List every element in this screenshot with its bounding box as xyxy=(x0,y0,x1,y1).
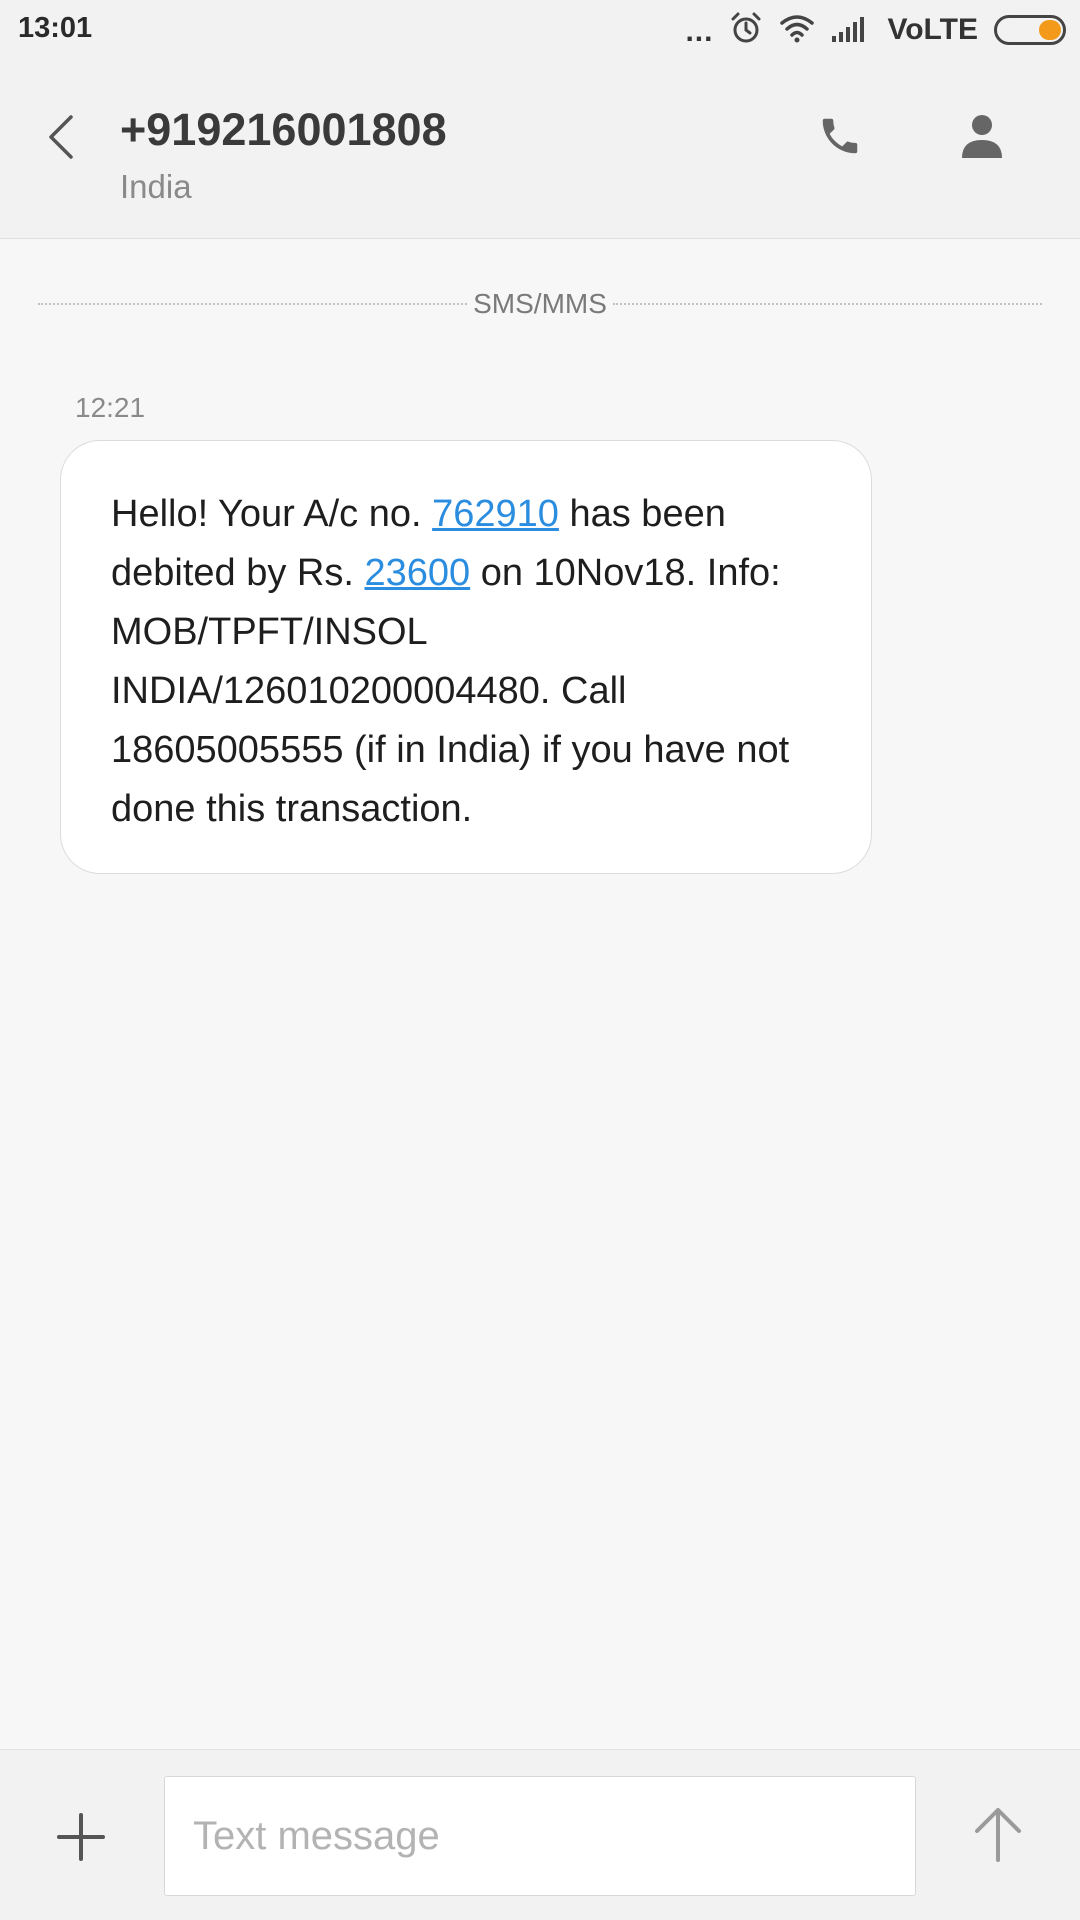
composer-bar xyxy=(0,1749,1080,1920)
person-icon xyxy=(962,115,1002,158)
plus-icon xyxy=(57,1813,105,1861)
more-notifications-icon: ... xyxy=(685,15,714,48)
back-button[interactable] xyxy=(36,102,86,172)
wifi-icon xyxy=(779,13,815,48)
divider-line-right xyxy=(612,303,1042,305)
back-arrow-icon xyxy=(49,115,73,159)
message-text: Hello! Your A/c no. 762910 has been debi… xyxy=(111,485,821,839)
divider-label: SMS/MMS xyxy=(473,288,607,319)
message-text-segment: Hello! Your A/c no. xyxy=(111,493,433,535)
message-input[interactable] xyxy=(164,1776,916,1896)
contact-location: India xyxy=(120,168,192,205)
message-timestamp: 12:21 xyxy=(75,392,146,423)
amount-link[interactable]: 23600 xyxy=(364,552,470,594)
contact-details-button[interactable] xyxy=(950,104,1014,168)
signal-icon xyxy=(831,14,871,47)
alarm-icon xyxy=(729,11,763,50)
account-number-link[interactable]: 762910 xyxy=(432,493,559,535)
call-button[interactable] xyxy=(808,104,872,168)
status-bar: 13:01 ... VoLTE xyxy=(0,0,1080,60)
phone-icon xyxy=(822,118,858,154)
divider-line-left xyxy=(38,303,468,305)
contact-number: +919216001808 xyxy=(120,104,447,155)
battery-level xyxy=(1039,20,1061,40)
status-time: 13:01 xyxy=(18,12,93,44)
status-icons: ... VoLTE xyxy=(685,10,1066,50)
conversation-header: +919216001808 India xyxy=(0,60,1080,239)
message-bubble[interactable]: Hello! Your A/c no. 762910 has been debi… xyxy=(60,440,872,874)
add-attachment-button[interactable] xyxy=(48,1804,114,1870)
network-type-label: VoLTE xyxy=(887,13,978,46)
send-arrow-icon xyxy=(975,1808,1021,1862)
message-type-divider: SMS/MMS xyxy=(38,284,1042,324)
battery-icon xyxy=(994,15,1066,45)
send-button[interactable] xyxy=(966,1798,1030,1870)
